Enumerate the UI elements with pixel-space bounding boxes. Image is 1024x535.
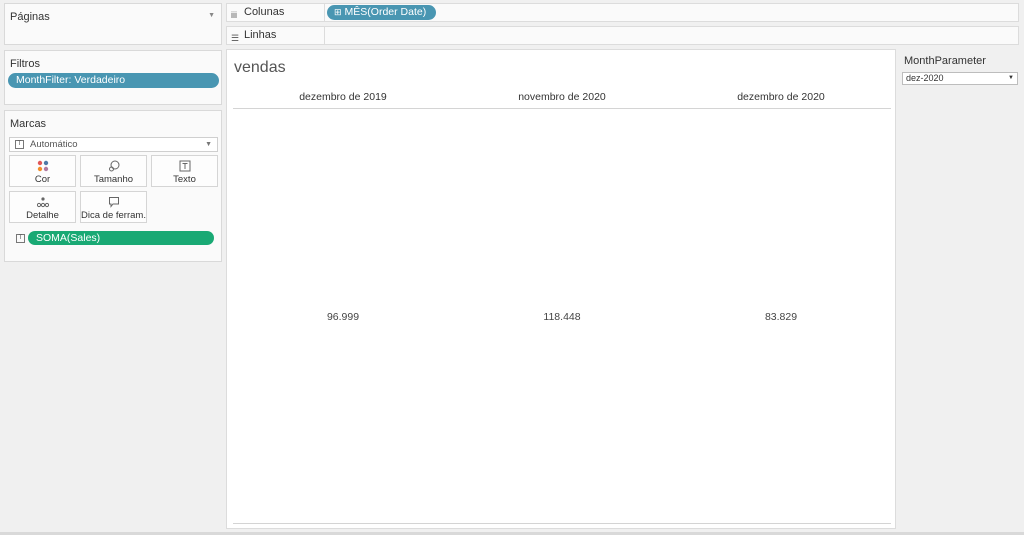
columns-shelf-label: iii Colunas: [227, 4, 325, 21]
text-mark-icon: T: [15, 140, 24, 149]
text-encoding-icon[interactable]: T: [16, 234, 25, 243]
viz-worksheet: vendas dezembro de 2019 novembro de 2020…: [226, 49, 896, 529]
sales-value-cell[interactable]: 96.999: [273, 311, 413, 323]
pages-card: Páginas ▼: [4, 3, 222, 45]
detail-button[interactable]: Detalhe: [9, 191, 76, 223]
worksheet-title: vendas: [234, 59, 286, 76]
tooltip-button[interactable]: Dica de ferram.: [80, 191, 147, 223]
parameter-title: MonthParameter: [904, 55, 986, 67]
expand-plus-icon: ⊞: [334, 7, 342, 17]
detail-button-label: Detalhe: [26, 210, 59, 221]
rows-shelf-label: ☰ Linhas: [227, 27, 325, 44]
filters-card: Filtros MonthFilter: Verdadeiro: [4, 50, 222, 105]
filter-pill[interactable]: MonthFilter: Verdadeiro: [8, 73, 219, 88]
size-button-label: Tamanho: [93, 174, 134, 185]
filters-title: Filtros: [10, 58, 40, 70]
parameter-panel: MonthParameter dez-2020 ▼: [900, 49, 1020, 529]
pages-caret-icon[interactable]: ▼: [208, 12, 215, 19]
sales-measure-pill[interactable]: SOMA(Sales): [28, 231, 214, 245]
column-header[interactable]: novembro de 2020: [492, 91, 632, 103]
column-header[interactable]: dezembro de 2020: [711, 91, 851, 103]
sales-value-cell[interactable]: 83.829: [711, 311, 851, 323]
columns-shelf-text: Colunas: [244, 6, 285, 18]
column-header[interactable]: dezembro de 2019: [273, 91, 413, 103]
month-order-date-pill[interactable]: ⊞ MÊS(Order Date): [327, 5, 436, 20]
mark-type-value: Automático: [30, 139, 78, 150]
columns-shelf: iii Colunas ⊞ MÊS(Order Date): [226, 3, 1019, 22]
tooltip-button-label: Dica de ferram.: [81, 210, 146, 221]
text-icon: [152, 160, 217, 172]
detail-icon: [10, 196, 75, 208]
chevron-down-icon: ▼: [205, 141, 212, 148]
color-dots-icon: [10, 160, 75, 172]
pages-title: Páginas: [10, 11, 50, 23]
header-divider: [233, 108, 891, 109]
rows-icon: ☰: [231, 33, 240, 43]
marks-card: Marcas T Automático ▼ Cor Tamanho Texto …: [4, 110, 222, 262]
tooltip-icon: [81, 196, 146, 208]
size-icon: [81, 160, 146, 172]
sales-value-cell[interactable]: 118.448: [492, 311, 632, 323]
text-button[interactable]: Texto: [151, 155, 218, 187]
color-button-label: Cor: [34, 174, 51, 185]
parameter-dropdown[interactable]: dez-2020 ▼: [902, 72, 1018, 85]
mark-type-select[interactable]: T Automático ▼: [9, 137, 218, 152]
chevron-down-icon: ▼: [1008, 75, 1014, 81]
size-button[interactable]: Tamanho: [80, 155, 147, 187]
parameter-value: dez-2020: [906, 73, 944, 83]
rows-shelf-text: Linhas: [244, 29, 277, 41]
text-button-label: Texto: [173, 174, 196, 185]
marks-title: Marcas: [10, 118, 47, 130]
color-button[interactable]: Cor: [9, 155, 76, 187]
month-order-date-pill-label: MÊS(Order Date): [344, 6, 427, 18]
columns-icon: iii: [231, 10, 237, 20]
rows-shelf: ☰ Linhas: [226, 26, 1019, 45]
bottom-divider: [233, 523, 891, 524]
